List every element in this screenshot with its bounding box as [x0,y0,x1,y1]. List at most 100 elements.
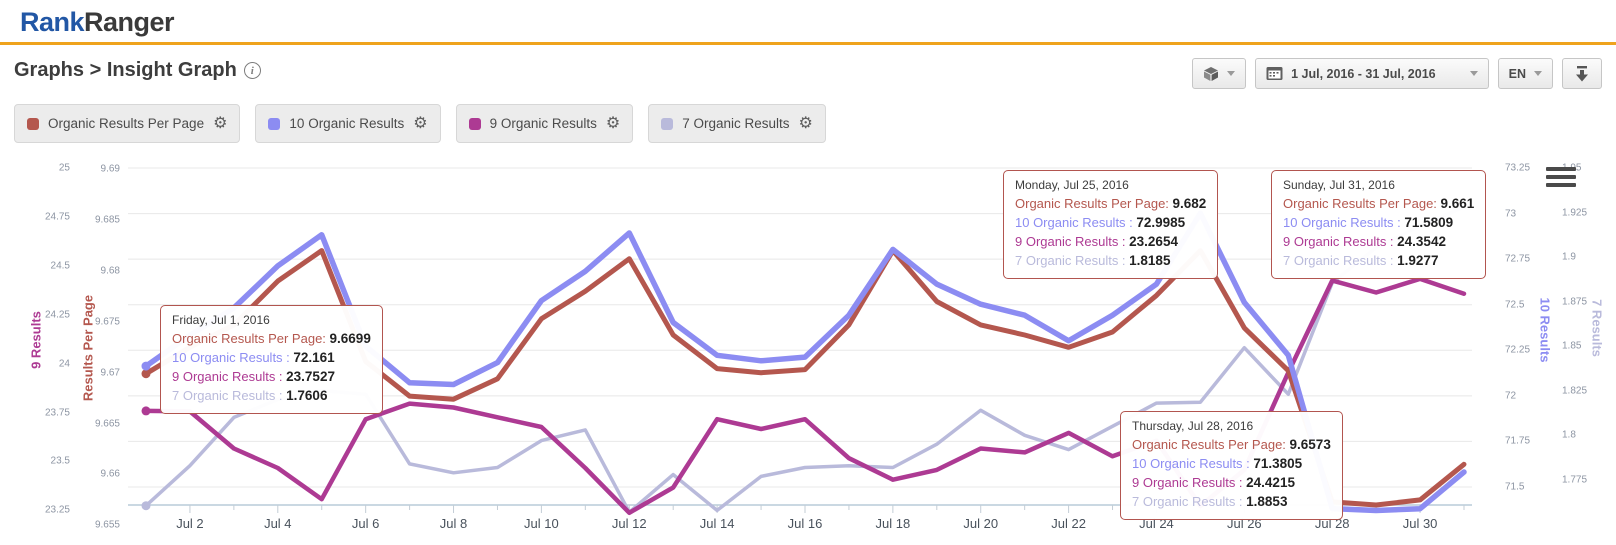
tooltip-series-label: 9 Organic Results : [1015,234,1129,249]
y-axis-tick-7-results: 1.85 [1562,341,1581,352]
y-axis-tick-10-results: 73 [1505,208,1516,219]
legend-swatch [268,118,280,130]
legend-label: 9 Organic Results [490,116,597,131]
legend-item-9-organic-results[interactable]: 9 Organic Results ⚙ [456,104,634,143]
y-axis-tick-results-per-page: 9.655 [62,520,120,531]
gear-icon[interactable]: ⚙ [606,116,620,132]
tooltip-row-10-organic-results: 10 Organic Results : 72.9985 [1015,213,1206,232]
tooltip-date: Monday, Jul 25, 2016 [1015,178,1206,192]
y-axis-title-results-per-page: Results Per Page [81,295,96,401]
y-axis-tick-results-per-page: 9.69 [62,164,120,175]
tooltip-row-10-organic-results: 10 Organic Results : 71.5809 [1283,213,1474,232]
tooltip-series-label: 10 Organic Results : [1283,215,1404,230]
logo-part-rank: Rank [20,7,84,37]
legend-swatch [469,118,481,130]
tooltip-series-label: 7 Organic Results : [1015,253,1129,268]
tooltip-series-label: 7 Organic Results : [1132,494,1246,509]
chart-tooltip: Sunday, Jul 31, 2016Organic Results Per … [1271,170,1486,279]
x-axis-label: Jul 20 [963,516,998,531]
gear-icon[interactable]: ⚙ [799,116,813,132]
tooltip-series-value: 1.8853 [1246,494,1287,509]
y-axis-tick-7-results: 1.925 [1562,207,1587,218]
tooltip-row-10-organic-results: 10 Organic Results : 71.3805 [1132,454,1331,473]
legend-label: 7 Organic Results [682,116,789,131]
x-axis-label: Jul 30 [1403,516,1438,531]
download-button[interactable] [1562,58,1602,89]
tooltip-series-value: 9.661 [1441,196,1475,211]
page: RankRanger Graphs > Insight Graph i 1 Ju… [0,0,1616,545]
legend-label: Organic Results Per Page [48,116,204,131]
tooltip-series-value: 9.6573 [1290,437,1331,452]
legend-item-10-organic-results[interactable]: 10 Organic Results⚙ [255,104,440,143]
tooltip-series-value: 1.9277 [1397,253,1438,268]
tooltip-row-7-organic-results: 7 Organic Results : 1.8185 [1015,251,1206,270]
legend: Organic Results Per Page⚙10 Organic Resu… [14,104,826,143]
tooltip-series-value: 23.7527 [286,369,335,384]
chevron-down-icon [1227,71,1235,76]
gold-divider [0,42,1616,45]
x-axis-label: Jul 12 [612,516,647,531]
x-axis-label: Jul 8 [440,516,467,531]
legend-item-7-organic-results[interactable]: 7 Organic Results ⚙ [648,104,826,143]
legend-item-organic-results-per-page[interactable]: Organic Results Per Page ⚙ [14,104,240,143]
y-axis-tick-7-results: 1.775 [1562,474,1587,485]
y-axis-tick-9-results: 23.5 [12,456,70,467]
y-axis-tick-10-results: 72 [1505,390,1516,401]
tooltip-row-9-organic-results: 9 Organic Results : 24.3542 [1283,232,1474,251]
tooltip-series-value: 9.6699 [330,331,371,346]
download-icon [1575,66,1589,82]
tooltip-series-value: 72.9985 [1136,215,1185,230]
tooltip-series-value: 24.4215 [1246,475,1295,490]
toolbar: 1 Jul, 2016 - 31 Jul, 2016 EN [1192,58,1602,89]
y-axis-title-10-results: 10 Results [1538,297,1553,362]
y-axis-tick-results-per-page: 9.685 [62,214,120,225]
tooltip-series-label: Organic Results Per Page: [1015,196,1173,211]
tooltip-series-value: 71.3805 [1253,456,1302,471]
x-axis-label: Jul 22 [1051,516,1086,531]
gear-icon[interactable]: ⚙ [413,116,427,132]
language-button[interactable]: EN [1498,58,1553,89]
y-axis-tick-10-results: 71.75 [1505,436,1530,447]
y-axis-tick-9-results: 23.25 [12,505,70,516]
y-axis-tick-7-results: 1.825 [1562,385,1587,396]
tooltip-series-label: Organic Results Per Page: [1132,437,1290,452]
y-axis-tick-7-results: 1.8 [1562,430,1576,441]
tooltip-date: Sunday, Jul 31, 2016 [1283,178,1474,192]
date-range-button[interactable]: 1 Jul, 2016 - 31 Jul, 2016 [1255,58,1489,89]
tooltip-series-value: 1.7606 [286,388,327,403]
y-axis-tick-10-results: 72.75 [1505,254,1530,265]
x-axis-label: Jul 2 [176,516,203,531]
x-axis-label: Jul 18 [876,516,911,531]
tooltip-row-9-organic-results: 9 Organic Results : 23.2654 [1015,232,1206,251]
y-axis-tick-9-results: 24.5 [12,260,70,271]
info-icon[interactable]: i [244,62,261,79]
chart-tooltip: Thursday, Jul 28, 2016 Organic Results Pe… [1120,411,1343,520]
tooltip-series-value: 23.2654 [1129,234,1178,249]
data-point-marker[interactable] [142,362,151,371]
tooltip-date: Thursday, Jul 28, 2016 [1132,419,1331,433]
tooltip-row-10-organic-results: 10 Organic Results : 72.161 [172,348,371,367]
tooltip-row-9-organic-results: 9 Organic Results : 24.4215 [1132,473,1331,492]
data-point-marker[interactable] [142,501,151,510]
tooltip-row-7-organic-results: 7 Organic Results : 1.7606 [172,386,371,405]
tooltip-row-7-organic-results: 7 Organic Results : 1.8853 [1132,492,1331,511]
calendar-icon [1266,66,1283,81]
tooltip-series-label: 10 Organic Results : [172,350,293,365]
y-axis-tick-results-per-page: 9.665 [62,418,120,429]
date-range-label: 1 Jul, 2016 - 31 Jul, 2016 [1291,67,1436,81]
x-axis-label: Jul 4 [264,516,291,531]
gear-icon[interactable]: ⚙ [213,116,227,132]
chart-menu-icon[interactable] [1546,167,1576,191]
chevron-down-icon [1470,71,1478,76]
y-axis-tick-10-results: 72.5 [1505,299,1524,310]
rankranger-logo[interactable]: RankRanger [20,7,174,38]
tooltip-series-label: 7 Organic Results : [172,388,286,403]
y-axis-tick-10-results: 71.5 [1505,481,1524,492]
page-title: Graphs > Insight Graph [14,59,237,82]
tooltip-series-label: 9 Organic Results : [172,369,286,384]
tooltip-series-label: 9 Organic Results : [1283,234,1397,249]
data-point-marker[interactable] [142,406,151,415]
product-picker-button[interactable] [1192,58,1246,89]
chart-tooltip: Friday, Jul 1, 2016Organic Results Per P… [160,305,383,414]
legend-swatch [661,118,673,130]
